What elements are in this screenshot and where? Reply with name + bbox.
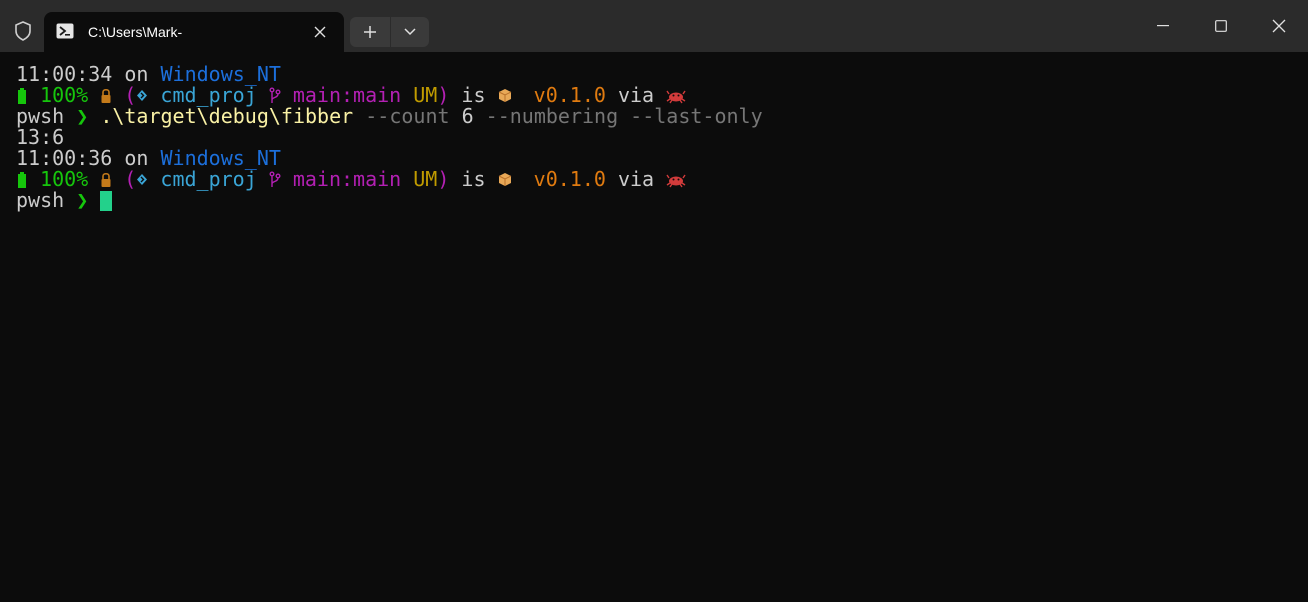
git-branch-icon bbox=[269, 169, 281, 190]
git-status: UM bbox=[413, 167, 438, 191]
tab-title: C:\Users\Mark- bbox=[88, 24, 183, 40]
lock-icon bbox=[100, 169, 112, 190]
title-bar[interactable]: C:\Users\Mark- bbox=[0, 0, 1308, 52]
chevron-down-icon bbox=[404, 28, 416, 36]
git-branch-icon bbox=[269, 85, 281, 106]
command-arg: --numbering bbox=[485, 104, 619, 128]
maximize-icon bbox=[1215, 20, 1227, 32]
tab-close-icon[interactable] bbox=[310, 22, 330, 42]
project-icon bbox=[136, 85, 148, 106]
command-arg: --last-only bbox=[630, 104, 763, 128]
command-arg-value: 6 bbox=[461, 104, 474, 128]
project-icon bbox=[136, 169, 148, 190]
command-arg: --count bbox=[365, 104, 450, 128]
package-icon bbox=[498, 85, 511, 106]
plus-icon bbox=[364, 26, 376, 38]
battery-icon bbox=[16, 169, 28, 190]
close-icon bbox=[1272, 19, 1286, 33]
rust-crab-icon bbox=[666, 169, 686, 190]
prompt-status-line: 100% ( cmd_proj main:main UM) is v0.1.0 … bbox=[16, 169, 763, 190]
project-name: cmd_proj bbox=[160, 167, 257, 191]
command-output: 13:6 bbox=[16, 125, 65, 149]
tab-dropdown-button[interactable] bbox=[391, 17, 429, 47]
rust-crab-icon bbox=[666, 85, 686, 106]
lock-icon bbox=[100, 85, 112, 106]
command-executable: .\target\debug\fibber bbox=[100, 104, 354, 128]
git-branch: main:main bbox=[292, 167, 402, 191]
terminal-content[interactable]: 11:00:34 on Windows_NT 100% ( cmd_proj m… bbox=[0, 52, 1308, 602]
shell-name: pwsh bbox=[16, 188, 65, 212]
battery-icon bbox=[16, 85, 28, 106]
prompt-status-line: 100% ( cmd_proj main:main UM) is v0.1.0 … bbox=[16, 85, 763, 106]
minimize-button[interactable] bbox=[1134, 0, 1192, 52]
package-version: v0.1.0 bbox=[533, 167, 606, 191]
maximize-button[interactable] bbox=[1192, 0, 1250, 52]
prompt-time-line: 11:00:36 on Windows_NT bbox=[16, 146, 281, 170]
command-line-1[interactable]: pwsh ❯ .\target\debug\fibber --count 6 -… bbox=[16, 106, 763, 127]
prompt-time-line: 11:00:34 on Windows_NT bbox=[16, 62, 281, 86]
command-line-2[interactable]: pwsh ❯ bbox=[16, 190, 763, 211]
package-icon bbox=[498, 169, 511, 190]
prompt-chevron: ❯ bbox=[76, 104, 89, 128]
shield-icon bbox=[12, 20, 34, 42]
tab-terminal[interactable]: C:\Users\Mark- bbox=[44, 12, 344, 52]
prompt-chevron: ❯ bbox=[76, 188, 89, 212]
close-button[interactable] bbox=[1250, 0, 1308, 52]
powershell-icon bbox=[56, 23, 74, 39]
minimize-icon bbox=[1157, 25, 1169, 27]
text-cursor bbox=[100, 191, 113, 211]
new-tab-button[interactable] bbox=[350, 17, 390, 47]
terminal-window: C:\Users\Mark- 11:00:34 on Windows_NT 10… bbox=[0, 0, 1308, 602]
